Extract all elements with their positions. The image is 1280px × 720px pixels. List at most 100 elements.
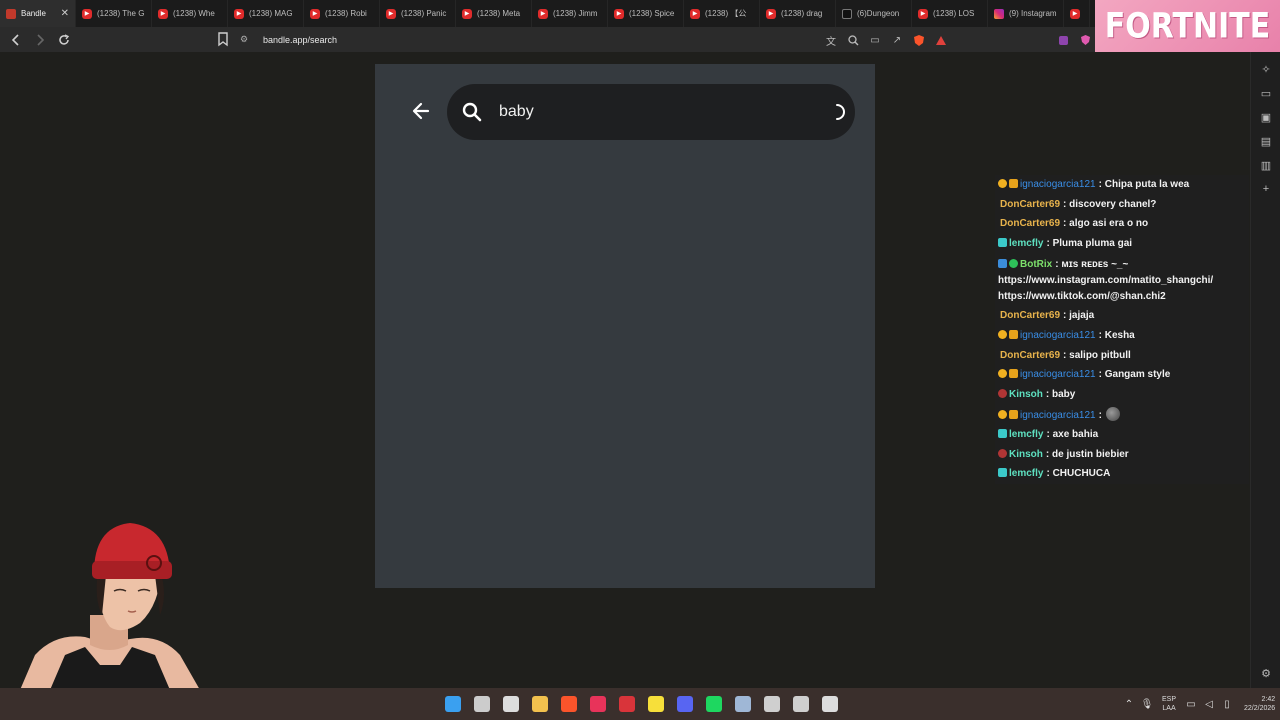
tab[interactable]: (6)Dungeon	[836, 0, 912, 27]
bookmark-button[interactable]	[216, 31, 230, 47]
tab-active[interactable]: Bandle ✕	[0, 0, 76, 27]
tab[interactable]: ▶ (1238) Meta	[456, 0, 532, 27]
tab-title: (1238) LOS	[933, 9, 975, 18]
chat-username[interactable]: DonCarter69	[1000, 310, 1060, 321]
chat-text: : Kesha	[1098, 330, 1135, 341]
clock[interactable]: 2:42 22/2/2026	[1244, 695, 1275, 713]
arrow-left-icon	[412, 102, 430, 120]
battery-icon[interactable]: ▯	[1218, 699, 1236, 710]
brave-shields-icon[interactable]	[908, 31, 930, 49]
toolbar-actions: 文 ▭ ↗	[820, 31, 952, 49]
chat-username[interactable]: Kinsoh	[1009, 389, 1043, 400]
app-glyph	[734, 696, 751, 712]
wallet-icon[interactable]	[1074, 31, 1096, 49]
steam-icon[interactable]	[728, 688, 757, 720]
chat-username[interactable]: lemcfly	[1009, 238, 1043, 249]
site-settings-icon[interactable]: ⚙	[240, 34, 254, 45]
youtube-icon: ▶	[234, 8, 244, 19]
app-red-icon[interactable]	[612, 688, 641, 720]
chat-username[interactable]: lemcfly	[1009, 468, 1043, 479]
tab[interactable]: ▶	[1064, 0, 1090, 27]
reading-list-icon[interactable]: ▥	[1259, 158, 1273, 172]
chat-text: : salipo pitbull	[1063, 350, 1131, 361]
chat-badge-icon	[998, 259, 1007, 268]
fortnite-overlay: FORTNITE	[1095, 0, 1280, 52]
search-box[interactable]	[447, 84, 855, 140]
chat-username[interactable]: DonCarter69	[1000, 218, 1060, 229]
tab-title: (9) Instagram	[1009, 9, 1057, 18]
obs-icon[interactable]	[757, 688, 786, 720]
chat-username[interactable]: Kinsoh	[1009, 449, 1043, 460]
chat-username[interactable]: ignaciogarcia121	[1020, 330, 1096, 341]
sticky-notes-icon[interactable]	[641, 688, 670, 720]
media-player-icon[interactable]	[583, 688, 612, 720]
chat-username[interactable]: ignaciogarcia121	[1020, 179, 1096, 190]
discord-icon[interactable]	[670, 688, 699, 720]
keyboard-layout: LAA	[1162, 705, 1176, 712]
app-glyph	[531, 696, 548, 712]
translate-icon[interactable]: 文	[820, 31, 842, 49]
tab[interactable]: ▶ (1238) Jimm	[532, 0, 608, 27]
chat-message: DonCarter69: salipo pitbull	[998, 348, 1246, 364]
reload-button[interactable]	[54, 30, 74, 50]
bookmarks-sidebar-icon[interactable]: ▤	[1259, 134, 1273, 148]
tab[interactable]: ▶ (1238) drag	[760, 0, 836, 27]
youtube-icon: ▶	[1070, 8, 1080, 19]
chevron-right-icon	[37, 33, 45, 46]
tab[interactable]: ▶ (1238) 【公	[684, 0, 760, 27]
spotify-icon[interactable]	[699, 688, 728, 720]
close-tab-icon[interactable]: ✕	[61, 8, 69, 19]
chat-username[interactable]: ignaciogarcia121	[1020, 410, 1096, 421]
zoom-icon[interactable]	[842, 31, 864, 49]
network-icon[interactable]: ▭	[1182, 699, 1200, 710]
tab[interactable]: (9) Instagram	[988, 0, 1064, 27]
tab[interactable]: ▶ (1238) LOS	[912, 0, 988, 27]
language-indicator[interactable]: ESP LAA	[1162, 695, 1176, 713]
brave-rewards-icon[interactable]	[930, 31, 952, 49]
chat-badge-icon	[998, 389, 1007, 398]
back-arrow-button[interactable]	[410, 100, 432, 122]
valorant-icon[interactable]	[786, 688, 815, 720]
search-icon[interactable]	[467, 688, 496, 720]
share-icon[interactable]: ↗	[886, 31, 908, 49]
tab[interactable]: ▶ (1238) MAG	[228, 0, 304, 27]
chat-text: : Chipa puta la wea	[1098, 179, 1190, 190]
brave-browser-icon[interactable]	[554, 688, 583, 720]
windows-start-icon[interactable]	[438, 688, 467, 720]
chat-username[interactable]: DonCarter69	[1000, 350, 1060, 361]
chat-message: BotRix: ᴍɪs ʀᴇᴅᴇs ~_~ https://www.instag…	[998, 257, 1246, 305]
chat-text: : algo asi era o no	[1063, 218, 1149, 229]
wallet-sidebar-icon[interactable]: ▣	[1259, 110, 1273, 124]
cast-icon[interactable]: ▭	[864, 31, 886, 49]
chevron-up-icon[interactable]: ⌃	[1120, 699, 1138, 710]
tab[interactable]: ▶ (1238) Whe	[152, 0, 228, 27]
chat-text: : Gangam style	[1098, 369, 1171, 380]
chat-emote-icon	[1105, 407, 1120, 421]
youtube-icon: ▶	[386, 8, 396, 19]
extension-icon[interactable]	[1052, 31, 1074, 49]
volume-icon[interactable]: ◁	[1200, 699, 1218, 710]
file-explorer-icon[interactable]	[525, 688, 554, 720]
settings-gear-icon[interactable]: ⚙	[1259, 666, 1273, 680]
tab[interactable]: ▶ (1238) Panic	[380, 0, 456, 27]
chat-username[interactable]: ignaciogarcia121	[1020, 369, 1096, 380]
chat-username[interactable]: lemcfly	[1009, 429, 1043, 440]
tab[interactable]: ▶ (1238) Spice	[608, 0, 684, 27]
tab[interactable]: ▶ (1238) The G	[76, 0, 152, 27]
browser-toolbar: ⚙ bandle.app/search 文 ▭ ↗	[0, 27, 1095, 52]
chat-username[interactable]: BotRix	[1020, 259, 1052, 270]
search-input[interactable]	[499, 101, 799, 123]
microphone-icon[interactable]: 🎙	[1138, 699, 1156, 710]
chat-message: ignaciogarcia121: Chipa puta la wea	[998, 177, 1246, 193]
forward-button[interactable]	[30, 30, 50, 50]
add-panel-icon[interactable]: +	[1259, 182, 1273, 196]
ai-assistant-icon[interactable]: ✧	[1259, 62, 1273, 76]
task-view-icon[interactable]	[496, 688, 525, 720]
tab[interactable]: ▶ (1238) Robi	[304, 0, 380, 27]
media-icon[interactable]: ▭	[1259, 86, 1273, 100]
epic-games-icon[interactable]	[815, 688, 844, 720]
chat-username[interactable]: DonCarter69	[1000, 199, 1060, 210]
back-button[interactable]	[6, 30, 26, 50]
app-glyph	[705, 696, 722, 712]
instagram-icon	[994, 8, 1004, 19]
